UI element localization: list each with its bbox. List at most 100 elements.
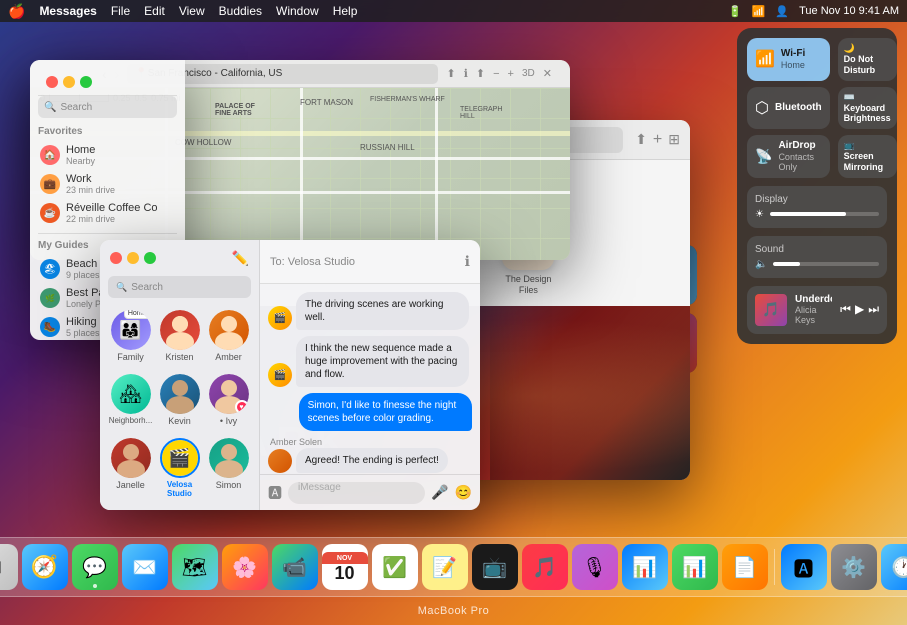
contact-kristen[interactable]: Kristen [157, 310, 202, 370]
cc-keyboard-tile[interactable]: ⌨️ KeyboardBrightness [838, 87, 897, 130]
safari-grid-icon[interactable]: ⊞ [668, 131, 680, 149]
maps-zoom-out[interactable]: − [493, 68, 499, 80]
messages-minimize[interactable] [127, 252, 139, 264]
sidebar-item-coffee[interactable]: ☕ Réveille Coffee Co 22 min drive [38, 199, 177, 227]
dock-screentime[interactable]: 🕐 [881, 544, 907, 590]
menu-edit[interactable]: Edit [144, 4, 165, 18]
chat-app-store-icon[interactable]: 🅰 [268, 483, 282, 503]
cc-wifi-tile[interactable]: 📶 Wi-Fi Home [747, 38, 830, 81]
maps-3d-btn[interactable]: 3D [522, 68, 535, 79]
battery-icon: 🔋 [728, 5, 742, 18]
chat-input-field[interactable]: iMessage [288, 482, 425, 504]
dock-photos[interactable]: 🌸 [222, 544, 268, 590]
dock-appstore[interactable]: 🅰 [781, 544, 827, 590]
cc-airdrop-tile[interactable]: 📡 AirDrop Contacts Only [747, 135, 830, 178]
bubble-1-row: 🎬 The driving scenes are working well. [268, 292, 472, 330]
beach-icon: 🏖 [40, 259, 60, 279]
sound-slider-track[interactable] [773, 262, 879, 266]
dock-podcasts[interactable]: 🎙 [572, 544, 618, 590]
messages-close[interactable] [110, 252, 122, 264]
messages-compose-icon[interactable]: ✏️ [232, 250, 249, 267]
home-icon: 🏠 [40, 145, 60, 165]
menu-view[interactable]: View [179, 4, 205, 18]
maps-zoom-in[interactable]: + [508, 68, 514, 80]
avatar-neighborhood: 🏘 [111, 374, 151, 414]
map-label-palace: PALACE OFFINE ARTS [215, 103, 255, 117]
sidebar-item-work[interactable]: 💼 Work 23 min drive [38, 170, 177, 198]
sidebar-item-home[interactable]: 🏠 Home Nearby [38, 141, 177, 169]
dock-settings[interactable]: ⚙️ [831, 544, 877, 590]
cc-prev-btn[interactable]: ⏮ [840, 302, 851, 317]
menu-file[interactable]: File [111, 4, 130, 18]
menu-window[interactable]: Window [276, 4, 319, 18]
hiking-icon: 🥾 [40, 317, 60, 337]
user-icon: 👤 [775, 5, 789, 18]
minimize-button[interactable] [63, 76, 75, 88]
bubble-2-avatar: 🎬 [268, 363, 292, 387]
maps-location-btn[interactable]: ⬆ [446, 67, 455, 80]
dock-separator [774, 549, 775, 585]
janelle-avatar-svg [111, 438, 151, 478]
messages-search[interactable]: 🔍 Search [108, 276, 251, 298]
dock-notes[interactable]: 📝 [422, 544, 468, 590]
contact-kevin[interactable]: Kevin [157, 374, 202, 434]
avatar-kristen [160, 310, 200, 350]
cc-next-btn[interactable]: ⏭ [868, 302, 879, 317]
sound-icon: 🔈 [755, 259, 767, 270]
close-button[interactable] [46, 76, 58, 88]
cc-sound-section: Sound 🔈 [747, 236, 887, 278]
chat-recipient: To: Velosa Studio [270, 256, 355, 268]
chat-messages: 🎬 The driving scenes are working well. 🎬… [260, 284, 480, 474]
dock-messages[interactable]: 💬 [72, 544, 118, 590]
dock-numbers[interactable]: 📊 [672, 544, 718, 590]
maps-search-bar[interactable]: 🔍 Search [38, 96, 177, 118]
dock-appletv[interactable]: 📺 [472, 544, 518, 590]
dock-launchpad[interactable]: ⊞ [0, 544, 18, 590]
dock-safari[interactable]: 🧭 [22, 544, 68, 590]
coffee-icon: ☕ [40, 203, 60, 223]
contact-ivy[interactable]: ♥ • Ivy [206, 374, 251, 434]
dock-calendar[interactable]: NOV 10 [322, 544, 368, 590]
chat-header: To: Velosa Studio ℹ [260, 240, 480, 284]
park-icon: 🌿 [40, 288, 60, 308]
contact-family[interactable]: Home! 👨‍👩‍👧 Family [108, 310, 153, 370]
dock-mail[interactable]: ✉️ [122, 544, 168, 590]
avatar-family: Home! 👨‍👩‍👧 [111, 310, 151, 350]
cc-play-btn[interactable]: ▶ [855, 302, 864, 317]
apple-logo[interactable]: 🍎 [8, 3, 25, 20]
dock-music[interactable]: 🎵 [522, 544, 568, 590]
cc-screen-tile[interactable]: 📺 ScreenMirroring [838, 135, 897, 178]
maps-info-btn[interactable]: ℹ [464, 67, 468, 80]
display-icon: ☀ [755, 209, 764, 220]
menu-buddies[interactable]: Buddies [219, 4, 262, 18]
ivy-heart-badge: ♥ [235, 400, 249, 414]
contact-janelle[interactable]: Janelle [108, 438, 153, 506]
menu-help[interactable]: Help [333, 4, 358, 18]
display-slider-track[interactable] [770, 212, 879, 216]
menu-app-name[interactable]: Messages [39, 4, 96, 18]
messages-maximize[interactable] [144, 252, 156, 264]
cc-bluetooth-tile[interactable]: ⬡ Bluetooth [747, 87, 830, 130]
dock-maps[interactable]: 🗺 [172, 544, 218, 590]
chat-info-icon[interactable]: ℹ [465, 253, 470, 270]
avatar-ivy: ♥ [209, 374, 249, 414]
contact-simon[interactable]: Simon [206, 438, 251, 506]
contact-amber[interactable]: Amber [206, 310, 251, 370]
safari-tab-add-icon[interactable]: + [653, 131, 662, 149]
contact-neighborhood[interactable]: 🏘 Neighborh... [108, 374, 153, 434]
maximize-button[interactable] [80, 76, 92, 88]
contact-velosa-studio[interactable]: 🎬 Velosa Studio [157, 438, 202, 506]
avatar-amber [209, 310, 249, 350]
chat-emoji-icon[interactable]: 😊 [455, 484, 472, 501]
maps-close-btn[interactable]: ✕ [543, 67, 552, 80]
chat-audio-icon[interactable]: 🎤 [431, 484, 448, 501]
dock-pages[interactable]: 📄 [722, 544, 768, 590]
dock-reminders[interactable]: ✅ [372, 544, 418, 590]
bubble-4-label: Amber Solen Agreed! The ending is perfec… [268, 437, 472, 473]
maps-share-btn[interactable]: ⬆ [476, 67, 485, 80]
dock-appstore2[interactable]: 📊 [622, 544, 668, 590]
safari-share-icon[interactable]: ⬆ [635, 131, 647, 149]
cc-dnd-tile[interactable]: 🌙 Do NotDisturb [838, 38, 897, 81]
kevin-avatar-svg [160, 374, 200, 414]
dock-facetime[interactable]: 📹 [272, 544, 318, 590]
